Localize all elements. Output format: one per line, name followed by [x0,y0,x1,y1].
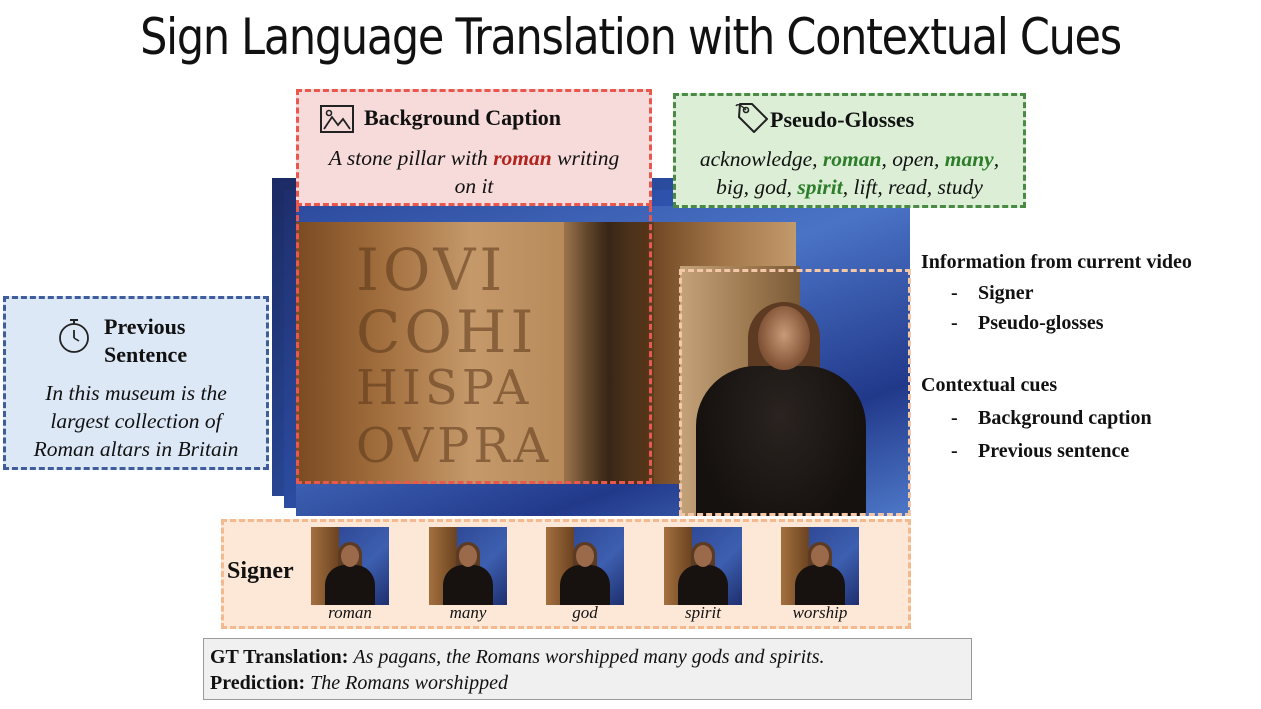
thumb-head [459,545,477,567]
signer-thumbnail [546,527,624,605]
thumb-body [560,565,610,605]
info-heading-context: Contextual cues [921,374,1058,396]
signer-gloss-label: god [572,603,598,622]
gloss-highlight: roman [822,147,882,171]
signer-gloss-label: many [449,603,487,622]
signer-gloss-label: roman [328,603,372,622]
previous-sentence-line: largest collection of [50,409,222,433]
caption-text-part: A stone pillar with [328,146,494,170]
info-item: Signer [978,282,1034,304]
gloss-text: big, god, [716,175,798,199]
page-title: Sign Language Translation with Contextua… [140,8,1122,66]
thumb-body [795,565,845,605]
info-bullet: - [951,312,958,334]
info-item: Previous sentence [978,440,1130,462]
info-bullet: - [951,440,958,462]
prediction-label: Prediction: [210,672,306,694]
pseudo-glosses-header: Pseudo-Glosses [770,107,915,132]
background-caption-box: Background Caption A stone pillar with r… [296,89,652,206]
caption-highlight: roman [493,146,552,170]
info-bullet: - [951,282,958,304]
gloss-text: acknowledge, [699,147,823,171]
caption-text-part: writing [551,146,620,170]
signer-thumbnail [781,527,859,605]
signer-label: Signer [227,558,294,584]
gt-text: As pagans, the Romans worshipped many go… [353,646,825,668]
previous-sentence-box: Previous Sentence In this museum is the … [3,296,269,470]
info-item: Background caption [978,407,1152,429]
thumb-body [678,565,728,605]
gloss-text: , open, [881,147,945,171]
thumb-body [443,565,493,605]
prediction-row: Prediction: The Romans worshipped [210,670,965,696]
pseudo-glosses-line: acknowledge, roman, open, many, [676,145,1023,173]
signer-thumbnail [429,527,507,605]
info-item: Pseudo-glosses [978,312,1104,334]
thumb-head [694,545,712,567]
translation-result-box: GT Translation: As pagans, the Romans wo… [203,638,972,700]
image-icon [320,105,354,133]
previous-sentence-line: In this museum is the [45,381,227,405]
gt-translation-row: GT Translation: As pagans, the Romans wo… [210,644,965,670]
previous-sentence-line: Roman altars in Britain [33,437,239,461]
info-heading-video: Information from current video [921,251,1192,273]
previous-sentence-header-line2: Sentence [104,342,188,367]
signer-thumbnail [664,527,742,605]
pseudo-glosses-line: big, god, spirit, lift, read, study [676,173,1023,201]
signer-gloss-label: worship [792,603,848,622]
gt-label: GT Translation: [210,646,349,668]
signer-gloss-label: spirit [685,603,721,622]
background-region-outline [296,206,652,484]
thumb-head [576,545,594,567]
gloss-highlight: spirit [797,175,843,199]
signer-thumbnail [311,527,389,605]
gloss-text: , [993,147,1000,171]
signer-region-outline [679,269,911,516]
prediction-text: The Romans worshipped [310,672,508,694]
info-bullet: - [951,407,958,429]
gloss-highlight: many [944,147,994,171]
background-caption-header: Background Caption [364,105,562,130]
thumb-body [325,565,375,605]
thumb-head [341,545,359,567]
tag-icon [735,103,768,133]
gloss-text: , lift, read, study [842,175,983,199]
background-caption-text-line2: on it [454,174,494,198]
background-caption-text: A stone pillar with roman writing [299,144,649,172]
pseudo-glosses-box: Pseudo-Glosses acknowledge, roman, open,… [673,93,1026,208]
stopwatch-icon [59,319,89,353]
previous-sentence-header: Previous [104,314,186,339]
thumb-head [811,545,829,567]
